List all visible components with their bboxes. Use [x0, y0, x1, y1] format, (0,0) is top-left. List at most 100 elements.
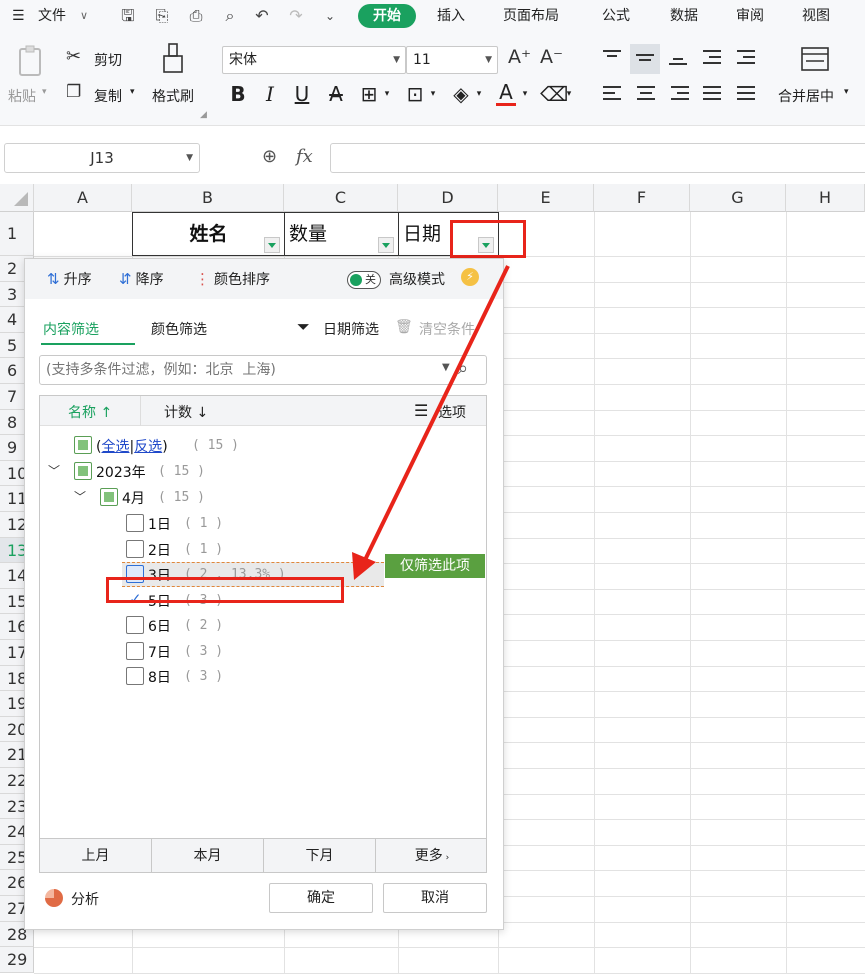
chevron-down-icon[interactable]: ﹀: [48, 462, 60, 479]
search-dropdown-icon[interactable]: ▼: [442, 362, 450, 373]
filter-dropdown-icon[interactable]: [264, 237, 280, 253]
options-button[interactable]: 选项: [438, 402, 466, 422]
more-button[interactable]: 更多 ›: [376, 839, 488, 873]
merge-center-icon[interactable]: [800, 44, 830, 74]
paste-icon[interactable]: [14, 44, 48, 78]
print-icon[interactable]: ⎙: [186, 6, 206, 26]
tab-data[interactable]: 数据: [670, 6, 698, 26]
tab-content-filter[interactable]: 内容筛选: [43, 319, 99, 339]
fill-color-icon[interactable]: ◈: [450, 80, 472, 108]
align-middle-icon[interactable]: [630, 44, 660, 74]
tab-view[interactable]: 视图: [802, 6, 830, 26]
this-month-button[interactable]: 本月: [152, 839, 264, 873]
day-checkbox[interactable]: [126, 641, 144, 660]
column-header-g[interactable]: G: [690, 184, 786, 212]
filter-search-input[interactable]: [46, 360, 436, 380]
borders-dropdown-icon[interactable]: ▾: [382, 80, 392, 108]
filter-search-box[interactable]: ▼ ⌕: [39, 355, 487, 385]
day-checkbox[interactable]: [126, 539, 144, 558]
paste-label[interactable]: 粘贴: [8, 86, 36, 106]
underline-icon[interactable]: U: [292, 80, 312, 108]
cell-c1[interactable]: 数量: [284, 212, 399, 256]
advanced-mode-toggle[interactable]: 关: [347, 271, 381, 289]
cell-style-icon[interactable]: ⊡: [404, 80, 426, 108]
filter-only-this-button[interactable]: 仅筛选此项: [385, 554, 485, 578]
column-header-d[interactable]: D: [398, 184, 498, 212]
merge-dropdown-icon[interactable]: ▾: [844, 87, 849, 97]
name-column-header[interactable]: 名称 ↑: [68, 402, 112, 422]
increase-font-icon[interactable]: A⁺: [508, 46, 531, 68]
tab-insert[interactable]: 插入: [437, 6, 465, 26]
font-name-select[interactable]: 宋体 ▼: [222, 46, 406, 74]
chevron-down-icon[interactable]: ﹀: [74, 488, 86, 505]
strikethrough-icon[interactable]: A: [326, 80, 346, 108]
save-icon[interactable]: 🖫: [118, 6, 138, 26]
paste-dropdown-icon[interactable]: ▾: [42, 87, 47, 97]
font-color-dropdown-icon[interactable]: ▾: [520, 80, 530, 108]
cell-b1[interactable]: 姓名: [132, 212, 285, 256]
column-header-f[interactable]: F: [594, 184, 690, 212]
select-all-checkbox[interactable]: [74, 436, 92, 454]
menu-file[interactable]: 文件: [38, 6, 66, 26]
clear-dropdown-icon[interactable]: ▾: [564, 80, 574, 108]
select-all-corner[interactable]: [0, 184, 34, 212]
invert-selection-link[interactable]: 反选: [134, 439, 162, 455]
eraser-icon[interactable]: ⌫: [540, 80, 568, 108]
merge-center-button[interactable]: 合并居中: [778, 86, 834, 106]
clear-conditions-button[interactable]: 清空条件: [419, 319, 475, 339]
export-icon[interactable]: ⎘: [152, 6, 172, 26]
cut-button[interactable]: 剪切: [94, 50, 122, 70]
italic-icon[interactable]: I: [262, 80, 278, 108]
day-checkbox[interactable]: [126, 514, 144, 532]
align-center-icon[interactable]: [634, 82, 658, 106]
name-box[interactable]: J13 ▼: [4, 143, 200, 173]
options-menu-icon[interactable]: ☰: [414, 401, 428, 420]
select-all-link[interactable]: 全选: [101, 439, 129, 455]
align-right-icon[interactable]: [668, 82, 692, 106]
formula-input[interactable]: [330, 143, 865, 173]
align-bottom-icon[interactable]: [666, 46, 690, 70]
count-column-header[interactable]: 计数 ↓: [164, 402, 208, 422]
sort-descending-button[interactable]: ⇵ 降序: [119, 269, 164, 289]
redo-icon[interactable]: ↷: [286, 6, 306, 26]
customize-dropdown-icon[interactable]: ⌄: [320, 6, 340, 26]
funnel-icon[interactable]: ⏷: [297, 317, 310, 337]
align-left-icon[interactable]: [600, 82, 624, 106]
copy-icon[interactable]: ❐: [66, 82, 81, 102]
fill-color-dropdown-icon[interactable]: ▾: [474, 80, 484, 108]
print-preview-icon[interactable]: ⌕: [220, 6, 240, 26]
zoom-icon[interactable]: ⊕: [262, 146, 277, 167]
column-header-c[interactable]: C: [284, 184, 398, 212]
align-top-icon[interactable]: [600, 46, 624, 70]
font-color-icon[interactable]: A: [496, 80, 516, 106]
undo-icon[interactable]: ↶: [252, 6, 272, 26]
font-size-select[interactable]: 11 ▼: [406, 46, 498, 74]
trash-icon[interactable]: 🗑: [395, 319, 413, 335]
column-header-b[interactable]: B: [132, 184, 284, 212]
menu-hamburger-icon[interactable]: ☰: [12, 6, 25, 26]
scissors-icon[interactable]: ✂: [66, 46, 81, 67]
function-icon[interactable]: fx: [296, 146, 313, 167]
chevron-down-icon[interactable]: ∨: [80, 6, 88, 26]
cell-style-dropdown-icon[interactable]: ▾: [428, 80, 438, 108]
bold-icon[interactable]: B: [228, 80, 248, 108]
format-painter-button[interactable]: 格式刷: [152, 86, 194, 106]
ok-button[interactable]: 确定: [269, 883, 373, 913]
date-filter-button[interactable]: 日期筛选: [323, 319, 379, 339]
last-month-button[interactable]: 上月: [40, 839, 152, 873]
month-checkbox[interactable]: [100, 488, 118, 506]
tab-color-filter[interactable]: 颜色筛选: [151, 319, 207, 339]
increase-indent-icon[interactable]: [734, 46, 758, 70]
filter-dropdown-icon[interactable]: [378, 237, 394, 253]
row-header-29[interactable]: 29: [0, 947, 34, 973]
copy-button[interactable]: 复制: [94, 86, 122, 106]
sort-by-color-button[interactable]: ⋮ 颜色排序: [195, 269, 270, 289]
cancel-button[interactable]: 取消: [383, 883, 487, 913]
distributed-align-icon[interactable]: [734, 82, 758, 106]
decrease-indent-icon[interactable]: [700, 46, 724, 70]
search-icon[interactable]: ⌕: [458, 358, 468, 379]
tab-review[interactable]: 审阅: [736, 6, 764, 26]
day-checkbox[interactable]: [126, 667, 144, 685]
borders-icon[interactable]: ⊞: [358, 80, 380, 108]
day-checkbox[interactable]: [126, 616, 144, 634]
